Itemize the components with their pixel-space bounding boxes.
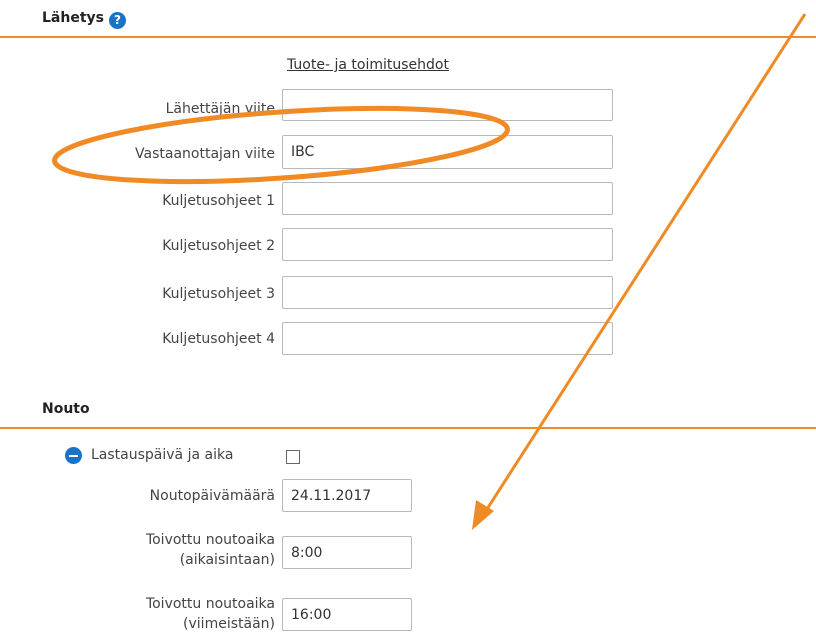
highlight-ellipse bbox=[52, 105, 510, 185]
annotation-arrow-shaft bbox=[478, 13, 807, 521]
annotation-overlay bbox=[52, 13, 807, 530]
